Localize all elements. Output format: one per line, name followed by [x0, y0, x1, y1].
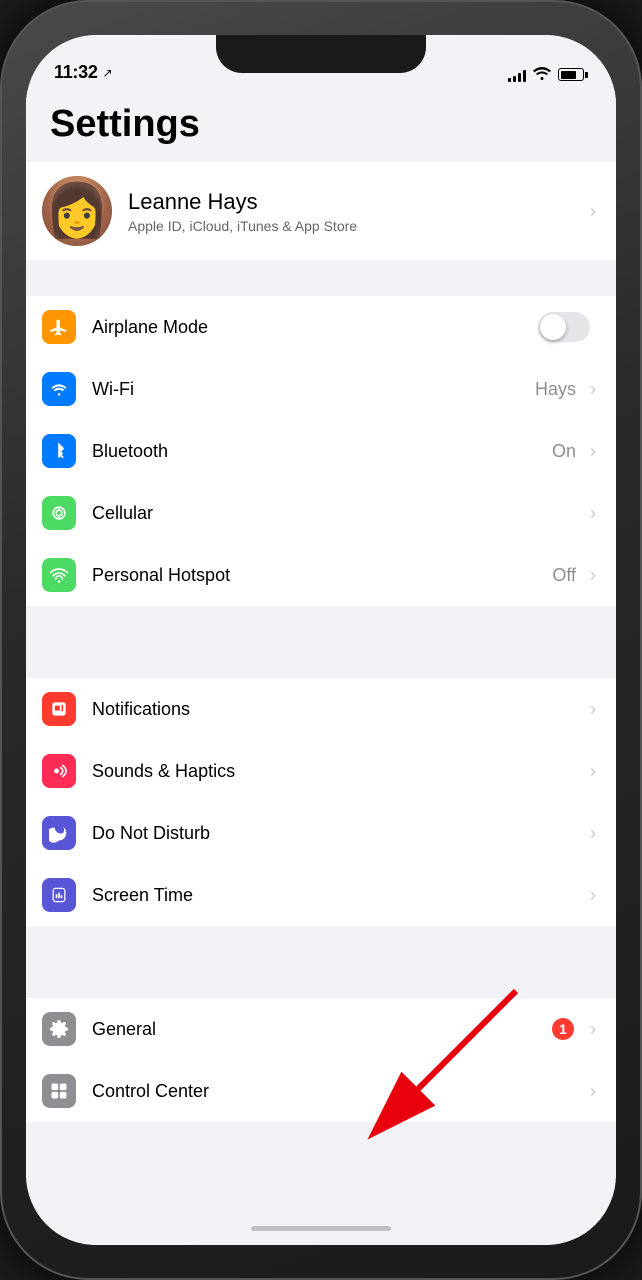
do-not-disturb-row[interactable]: Do Not Disturb ›: [26, 802, 616, 864]
page-title: Settings: [26, 91, 616, 162]
moon-icon: [49, 823, 69, 843]
dnd-icon-container: [42, 816, 76, 850]
bluetooth-label: Bluetooth: [92, 441, 552, 462]
profile-section: Leanne Hays Apple ID, iCloud, iTunes & A…: [26, 162, 616, 260]
connectivity-section: Airplane Mode Wi-Fi Ha: [26, 296, 616, 606]
wifi-setting-icon: [49, 379, 69, 399]
general-icon-container: [42, 1012, 76, 1046]
control-center-icon: [49, 1081, 69, 1101]
location-icon: ↗: [103, 66, 113, 80]
screen-time-row[interactable]: Screen Time ›: [26, 864, 616, 926]
screen-time-chevron: ›: [590, 885, 596, 906]
sounds-icon: [49, 761, 69, 781]
bluetooth-icon: [49, 441, 69, 461]
control-center-icon-container: [42, 1074, 76, 1108]
bluetooth-row[interactable]: Bluetooth On ›: [26, 420, 616, 482]
notifications-icon-container: [42, 692, 76, 726]
general-chevron: ›: [590, 1019, 596, 1040]
personal-hotspot-label: Personal Hotspot: [92, 565, 552, 586]
wifi-label: Wi-Fi: [92, 379, 535, 400]
notifications-chevron: ›: [590, 699, 596, 720]
settings-content[interactable]: Settings Leanne Hays Apple ID, iCloud, i…: [26, 91, 616, 1178]
wifi-icon-container: [42, 372, 76, 406]
screen-time-icon: [49, 885, 69, 905]
cellular-chevron: ›: [590, 503, 596, 524]
sounds-chevron: ›: [590, 761, 596, 782]
dnd-label: Do Not Disturb: [92, 823, 582, 844]
sounds-icon-container: [42, 754, 76, 788]
airplane-mode-row[interactable]: Airplane Mode: [26, 296, 616, 358]
wifi-value: Hays: [535, 379, 576, 400]
airplane-icon: [49, 317, 69, 337]
cellular-row[interactable]: Cellular ›: [26, 482, 616, 544]
general-badge: 1: [552, 1018, 574, 1040]
airplane-mode-toggle[interactable]: [538, 312, 590, 342]
home-indicator: [26, 1211, 616, 1245]
status-icons: [508, 66, 584, 83]
airplane-mode-icon-container: [42, 310, 76, 344]
control-center-row[interactable]: Control Center ›: [26, 1060, 616, 1122]
notifications-row[interactable]: Notifications ›: [26, 678, 616, 740]
general-label: General: [92, 1019, 552, 1040]
spacer-2: [26, 642, 616, 678]
gear-icon: [49, 1019, 69, 1039]
control-center-chevron: ›: [590, 1081, 596, 1102]
profile-subtitle: Apple ID, iCloud, iTunes & App Store: [128, 218, 582, 234]
spacer-1: [26, 260, 616, 296]
hotspot-icon: [49, 565, 69, 585]
hotspot-icon-container: [42, 558, 76, 592]
notifications-section: Notifications › Sounds & Haptics: [26, 678, 616, 926]
general-section: General 1 ›: [26, 998, 616, 1122]
wifi-icon: [533, 66, 551, 83]
bluetooth-icon-container: [42, 434, 76, 468]
spacer-3: [26, 962, 616, 998]
personal-hotspot-row[interactable]: Personal Hotspot Off ›: [26, 544, 616, 606]
dnd-chevron: ›: [590, 823, 596, 844]
sounds-haptics-label: Sounds & Haptics: [92, 761, 582, 782]
profile-info: Leanne Hays Apple ID, iCloud, iTunes & A…: [128, 189, 582, 234]
general-row[interactable]: General 1 ›: [26, 998, 616, 1060]
signal-icon: [508, 68, 526, 82]
airplane-mode-label: Airplane Mode: [92, 317, 538, 338]
content-wrapper: Settings Leanne Hays Apple ID, iCloud, i…: [26, 91, 616, 1211]
phone-screen: 11:32 ↗: [26, 35, 616, 1245]
cellular-label: Cellular: [92, 503, 582, 524]
profile-name: Leanne Hays: [128, 189, 582, 215]
phone-frame: 11:32 ↗: [0, 0, 642, 1280]
notch: [216, 35, 426, 73]
wifi-row[interactable]: Wi-Fi Hays ›: [26, 358, 616, 420]
screen-time-icon-container: [42, 878, 76, 912]
status-time: 11:32: [54, 62, 98, 83]
notifications-label: Notifications: [92, 699, 582, 720]
cellular-icon: [49, 503, 69, 523]
notifications-icon: [49, 699, 69, 719]
sounds-haptics-row[interactable]: Sounds & Haptics ›: [26, 740, 616, 802]
home-bar: [251, 1226, 391, 1231]
avatar: [42, 176, 112, 246]
screen-time-label: Screen Time: [92, 885, 582, 906]
bluetooth-chevron: ›: [590, 441, 596, 462]
battery-icon: [558, 68, 584, 81]
hotspot-chevron: ›: [590, 565, 596, 586]
control-center-label: Control Center: [92, 1081, 582, 1102]
cellular-icon-container: [42, 496, 76, 530]
hotspot-value: Off: [552, 565, 576, 586]
profile-row[interactable]: Leanne Hays Apple ID, iCloud, iTunes & A…: [26, 162, 616, 260]
wifi-chevron: ›: [590, 379, 596, 400]
bluetooth-value: On: [552, 441, 576, 462]
profile-chevron: ›: [590, 201, 596, 222]
